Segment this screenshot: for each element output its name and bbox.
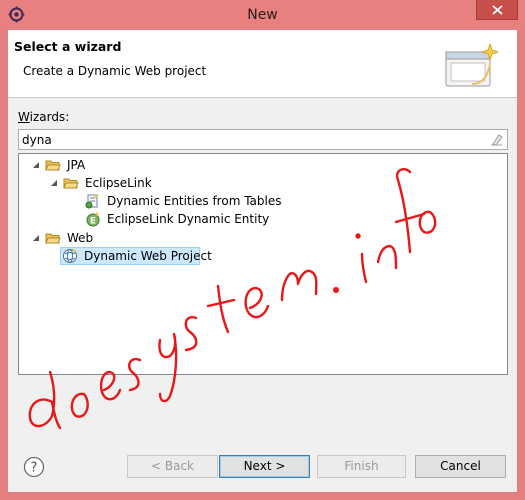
expanded-arrow-icon[interactable]	[31, 160, 41, 170]
tree-item-label: JPA	[67, 158, 86, 172]
entities-wizard-icon	[85, 194, 99, 209]
folder-open-icon	[45, 233, 61, 244]
tree-item-dynamic-entities-from-tables[interactable]: Dynamic Entities from Tables	[81, 192, 283, 210]
tree-item-label: Dynamic Entities from Tables	[107, 194, 282, 208]
banner-description: Create a Dynamic Web project	[23, 64, 207, 78]
tree-item-label: Dynamic Web Project	[84, 249, 212, 263]
window-title: New	[247, 7, 278, 23]
wizard-filter-input[interactable]	[19, 130, 479, 149]
close-window-button[interactable]	[476, 0, 518, 20]
back-button[interactable]: < Back	[127, 455, 218, 478]
wizard-filter-field[interactable]	[18, 129, 508, 150]
tree-item-eclipselink[interactable]: EclipseLink	[49, 174, 154, 192]
next-button[interactable]: Next >	[219, 455, 310, 478]
help-icon[interactable]: ?	[23, 456, 45, 478]
tree-item-jpa[interactable]: JPA	[31, 156, 87, 174]
finish-button[interactable]: Finish	[317, 455, 406, 478]
wizards-label-text: izards:	[29, 110, 70, 124]
folder-open-icon	[45, 160, 61, 171]
dialog-body: Select a wizard Create a Dynamic Web pro…	[8, 30, 517, 492]
tree-item-eclipselink-dynamic-entity[interactable]: E EclipseLink Dynamic Entity	[81, 210, 271, 228]
expanded-arrow-icon[interactable]	[49, 178, 59, 188]
tree-item-label: Web	[67, 231, 94, 245]
web-project-icon	[63, 248, 77, 263]
svg-text:?: ?	[31, 461, 38, 476]
banner-title: Select a wizard	[14, 39, 122, 54]
wizard-banner: Select a wizard Create a Dynamic Web pro…	[8, 30, 517, 98]
wizard-tree[interactable]: JPA EclipseLink Dynamic Entities from Ta…	[18, 153, 508, 375]
entity-wizard-icon: E	[86, 211, 100, 227]
cancel-button[interactable]: Cancel	[415, 455, 506, 478]
tree-item-label: EclipseLink	[85, 176, 152, 190]
wizards-label-mnemonic: W	[18, 110, 30, 124]
title-bar[interactable]: New	[0, 0, 525, 30]
tree-item-dynamic-web-project[interactable]: Dynamic Web Project	[59, 247, 214, 265]
wizards-label: Wizards:	[18, 110, 69, 124]
expanded-arrow-icon[interactable]	[31, 233, 41, 243]
clear-filter-icon[interactable]	[490, 133, 503, 146]
close-icon	[492, 5, 503, 15]
folder-open-icon	[63, 178, 79, 189]
tree-item-web[interactable]: Web	[31, 229, 95, 247]
tree-item-label: EclipseLink Dynamic Entity	[107, 212, 270, 226]
svg-text:E: E	[90, 217, 96, 227]
new-wizard-icon	[445, 42, 500, 87]
